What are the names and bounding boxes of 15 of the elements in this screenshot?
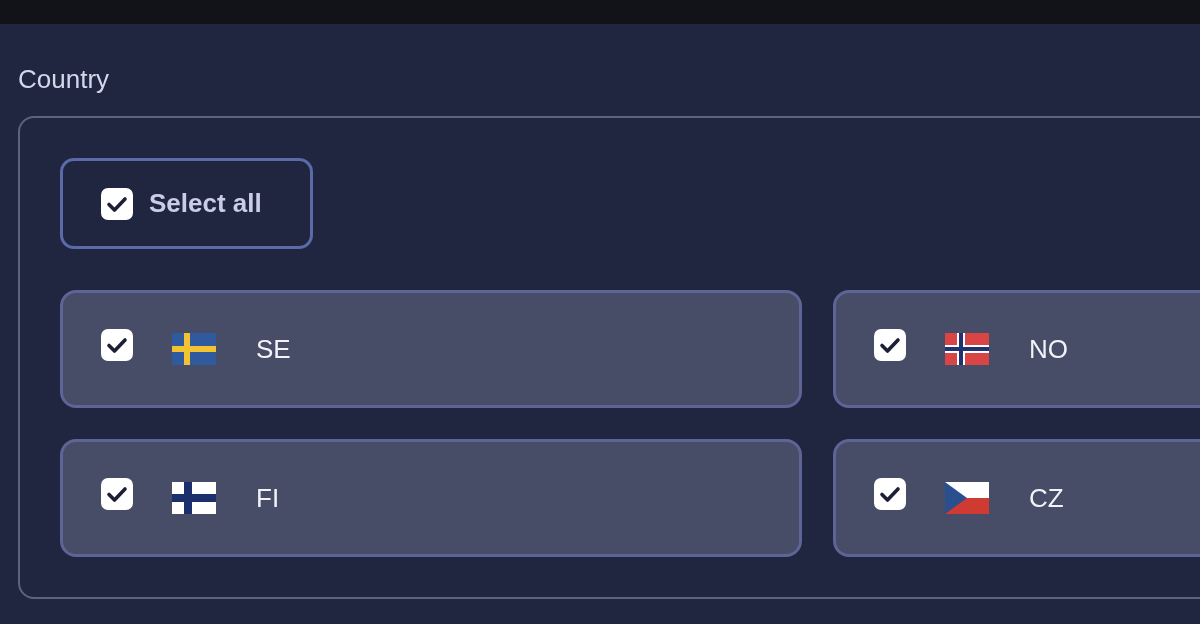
checkbox[interactable] <box>874 478 906 510</box>
field-label: Country <box>18 64 110 94</box>
country-option[interactable]: FI <box>60 439 802 557</box>
flag-icon <box>172 333 216 365</box>
checkbox[interactable] <box>101 478 133 510</box>
flag-icon <box>172 482 216 514</box>
flag-icon <box>945 482 989 514</box>
flag-icon <box>945 333 989 365</box>
country-option[interactable]: NO <box>833 290 1200 408</box>
country-option[interactable]: SE <box>60 290 802 408</box>
select-all-button[interactable]: Select all <box>60 158 313 249</box>
country-option[interactable]: CZ <box>833 439 1200 557</box>
checkbox[interactable] <box>101 187 133 220</box>
checkbox[interactable] <box>101 329 133 361</box>
checkbox[interactable] <box>874 329 906 361</box>
